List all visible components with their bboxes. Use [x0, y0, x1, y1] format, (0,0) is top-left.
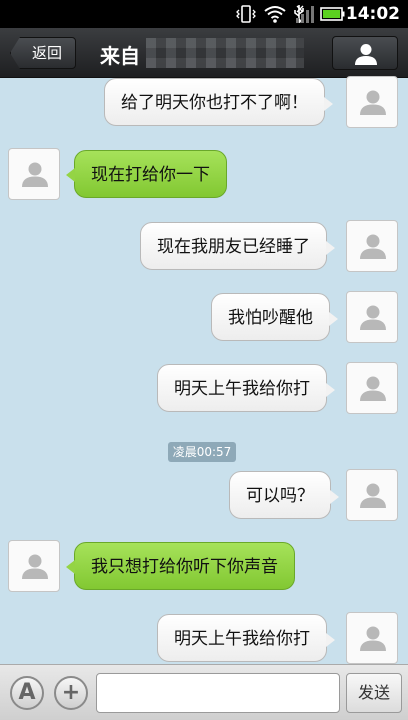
redacted-contact-name	[146, 38, 304, 68]
signal-icon	[294, 4, 316, 28]
wifi-icon	[264, 4, 286, 28]
sent-message-bubble[interactable]: 明天上午我给你打	[157, 614, 335, 662]
sent-message-bubble[interactable]: 现在我朋友已经睡了	[140, 222, 335, 270]
received-message-bubble[interactable]: 我只想打给你听下你声音	[66, 542, 295, 590]
my-avatar[interactable]	[346, 612, 398, 664]
person-icon	[360, 626, 386, 651]
my-avatar[interactable]	[346, 76, 398, 128]
person-icon	[360, 234, 386, 259]
person-icon	[22, 554, 48, 579]
contact-avatar[interactable]	[8, 540, 60, 592]
person-icon	[360, 483, 386, 508]
keyboard-toggle-button[interactable]: A	[10, 676, 44, 710]
back-button[interactable]: 返回	[10, 37, 76, 69]
sent-message-bubble[interactable]: 我怕吵醒他	[211, 293, 338, 341]
conversation-title: 来自	[100, 44, 140, 68]
status-time: 14:02	[345, 4, 400, 24]
sent-message-bubble[interactable]: 给了明天你也打不了啊！	[104, 78, 333, 126]
my-avatar[interactable]	[346, 362, 398, 414]
contact-avatar[interactable]	[8, 148, 60, 200]
person-icon	[360, 90, 386, 115]
message-timestamp: 凌晨00:57	[168, 442, 236, 462]
my-avatar[interactable]	[346, 469, 398, 521]
my-avatar[interactable]	[346, 291, 398, 343]
profile-button[interactable]	[332, 36, 398, 70]
person-icon	[355, 44, 377, 65]
input-bar: A + 发送	[0, 664, 408, 720]
person-icon	[22, 162, 48, 187]
person-icon	[360, 376, 386, 401]
message-input[interactable]	[96, 673, 340, 713]
battery-icon	[320, 4, 346, 28]
sent-message-bubble[interactable]: 明天上午我给你打	[157, 364, 335, 412]
add-attachment-button[interactable]: +	[54, 676, 88, 710]
send-button[interactable]: 发送	[346, 673, 402, 713]
my-avatar[interactable]	[346, 220, 398, 272]
sent-message-bubble[interactable]: 可以吗？	[229, 471, 339, 519]
received-message-bubble[interactable]: 现在打给你一下	[66, 150, 227, 198]
person-icon	[360, 305, 386, 330]
vibrate-icon	[236, 4, 256, 28]
title-bar: 返回 来自	[0, 28, 408, 78]
status-bar: 14:02	[0, 0, 408, 28]
